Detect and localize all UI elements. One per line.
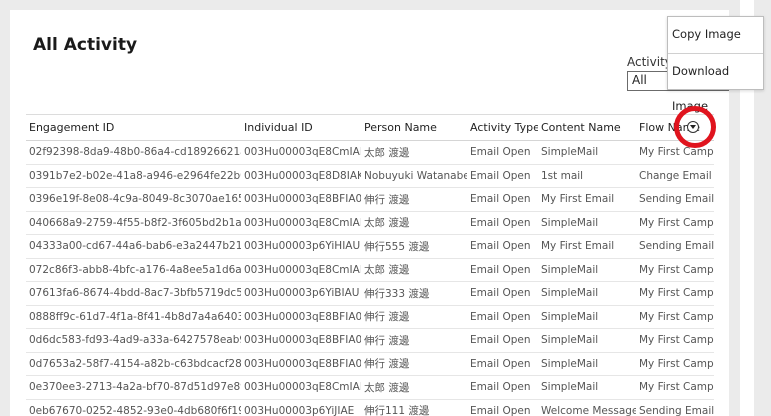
table-cell: SimpleMail: [538, 305, 636, 329]
table-cell: 02f92398-8da9-48b0-86a4-cd18926621ab: [26, 140, 241, 165]
table-row[interactable]: 0391b7e2-b02e-41a8-a946-e2964fe22b05 003H…: [26, 164, 714, 188]
context-menu: Copy Image Download Image: [667, 16, 764, 113]
table-cell: SimpleMail: [538, 258, 636, 282]
table-cell: 0d6dc583-fd93-4ad9-a33a-6427578eab9b: [26, 328, 241, 353]
table-row[interactable]: 0d7653a2-58f7-4154-a82b-c63bdcacf288 003H…: [26, 352, 714, 376]
column-header-3[interactable]: Activity Type: [467, 115, 538, 141]
table-cell: 003Hu00003qE8BFIA0: [241, 352, 361, 376]
table-row[interactable]: 040668a9-2759-4f55-b8f2-3f605bd2b1a9 003H…: [26, 211, 714, 235]
table-cell: Email Open: [467, 352, 538, 376]
table-cell: My First Campaign: [636, 258, 714, 282]
table-cell: 003Hu00003qE8BFIA0: [241, 305, 361, 329]
table-cell: 伸行 渡邊: [361, 352, 467, 376]
table-cell: 003Hu00003qE8CmIAK: [241, 375, 361, 400]
table-row[interactable]: 0396e19f-8e08-4c9a-8049-8c3070ae1652 003H…: [26, 187, 714, 212]
table-cell: SimpleMail: [538, 281, 636, 306]
copy-image-menu-item[interactable]: Copy Image: [668, 17, 763, 54]
column-header-0[interactable]: Engagement ID: [26, 115, 241, 141]
page-title: All Activity: [33, 35, 138, 55]
table-cell: 太郎 渡邊: [361, 140, 467, 165]
table-cell: SimpleMail: [538, 375, 636, 400]
table-row[interactable]: 0e370ee3-2713-4a2a-bf70-87d51d97e892 003H…: [26, 375, 714, 400]
table-cell: SimpleMail: [538, 352, 636, 376]
table-cell: 0888ff9c-61d7-4f1a-8f41-4b8d7a4a6403: [26, 305, 241, 329]
table-cell: SimpleMail: [538, 328, 636, 353]
table-cell: Nobuyuki Watanabe: [361, 164, 467, 188]
column-header-2[interactable]: Person Name: [361, 115, 467, 141]
table-cell: Welcome Message: [538, 399, 636, 416]
table-cell: 07613fa6-8674-4bdd-8ac7-3bfb5719dc5c: [26, 281, 241, 306]
table-cell: Email Open: [467, 164, 538, 188]
table-cell: Email Open: [467, 305, 538, 329]
table-cell: SimpleMail: [538, 140, 636, 165]
table-cell: 003Hu00003p6YiBIAU: [241, 281, 361, 306]
column-header-4[interactable]: Content Name: [538, 115, 636, 141]
table-cell: 1st mail: [538, 164, 636, 188]
table-cell: 0e370ee3-2713-4a2a-bf70-87d51d97e892: [26, 375, 241, 400]
table-row[interactable]: 0888ff9c-61d7-4f1a-8f41-4b8d7a4a6403 003H…: [26, 305, 714, 329]
table-row[interactable]: 0eb67670-0252-4852-93e0-4db680f6f193 003H…: [26, 399, 714, 416]
table-cell: My First Email: [538, 234, 636, 259]
table-cell: Email Open: [467, 140, 538, 165]
table-cell: 0eb67670-0252-4852-93e0-4db680f6f193: [26, 399, 241, 416]
table-cell: 003Hu00003qE8D8IAK: [241, 164, 361, 188]
table-cell: 003Hu00003qE8CmIAK: [241, 258, 361, 282]
table-cell: SimpleMail: [538, 211, 636, 235]
table-cell: My First Campaign: [636, 305, 714, 329]
table-cell: 太郎 渡邊: [361, 375, 467, 400]
table-cell: 伸行 渡邊: [361, 187, 467, 212]
table-cell: Email Open: [467, 187, 538, 212]
column-header-1[interactable]: Individual ID: [241, 115, 361, 141]
table-cell: My First Campaign: [636, 328, 714, 353]
report-panel: All Activity Activity All Engagement ID I…: [10, 10, 729, 416]
table-cell: 0396e19f-8e08-4c9a-8049-8c3070ae1652: [26, 187, 241, 212]
table-cell: 伸行 渡邊: [361, 305, 467, 329]
table-cell: 003Hu00003p6YiHIAU: [241, 234, 361, 259]
table-cell: 太郎 渡邊: [361, 258, 467, 282]
table-header-row: Engagement ID Individual ID Person Name Act…: [26, 115, 714, 141]
table-cell: My First Campaign: [636, 211, 714, 235]
table-cell: Sending Email: [636, 399, 714, 416]
table-cell: 伸行555 渡邊: [361, 234, 467, 259]
table-cell: My First Email: [538, 187, 636, 212]
table-cell: Sending Email: [636, 187, 714, 212]
table-cell: 040668a9-2759-4f55-b8f2-3f605bd2b1a9: [26, 211, 241, 235]
table-row[interactable]: 02f92398-8da9-48b0-86a4-cd18926621ab 003H…: [26, 140, 714, 165]
table-cell: Change Email: [636, 164, 714, 188]
table-cell: 04333a00-cd67-44a6-bab6-e3a2447b21e7: [26, 234, 241, 259]
table-cell: Email Open: [467, 399, 538, 416]
table-cell: Email Open: [467, 211, 538, 235]
table-cell: Email Open: [467, 234, 538, 259]
table-body: 02f92398-8da9-48b0-86a4-cd18926621ab 003H…: [26, 140, 714, 416]
table-cell: 伸行333 渡邊: [361, 281, 467, 306]
table-cell: 003Hu00003qE8BFIA0: [241, 187, 361, 212]
table-cell: Email Open: [467, 328, 538, 353]
table-cell: 伸行 渡邊: [361, 328, 467, 353]
table-cell: My First Campaign: [636, 375, 714, 400]
table-cell: Email Open: [467, 258, 538, 282]
table-row[interactable]: 0d6dc583-fd93-4ad9-a33a-6427578eab9b 003H…: [26, 328, 714, 353]
activity-table: Engagement ID Individual ID Person Name Act…: [26, 114, 714, 416]
table-cell: 003Hu00003qE8CmIAK: [241, 211, 361, 235]
table-row[interactable]: 04333a00-cd67-44a6-bab6-e3a2447b21e7 003H…: [26, 234, 714, 259]
table-cell: 072c86f3-abb8-4bfc-a176-4a8ee5a1d6a3: [26, 258, 241, 282]
sort-dropdown-icon[interactable]: [687, 121, 699, 133]
table-cell: 003Hu00003qE8BFIA0: [241, 328, 361, 353]
table-cell: Email Open: [467, 281, 538, 306]
table-cell: My First Campaign: [636, 352, 714, 376]
table-cell: 0391b7e2-b02e-41a8-a946-e2964fe22b05: [26, 164, 241, 188]
table-cell: 太郎 渡邊: [361, 211, 467, 235]
table-row[interactable]: 072c86f3-abb8-4bfc-a176-4a8ee5a1d6a3 003H…: [26, 258, 714, 282]
table-cell: My First Campaign: [636, 281, 714, 306]
table-cell: 伸行111 渡邊: [361, 399, 467, 416]
table-cell: 003Hu00003p6YiJIAE: [241, 399, 361, 416]
activity-filter-label: Activity: [627, 55, 672, 69]
table-cell: 0d7653a2-58f7-4154-a82b-c63bdcacf288: [26, 352, 241, 376]
table-cell: Sending Email: [636, 234, 714, 259]
table-cell: 003Hu00003qE8CmIAK: [241, 140, 361, 165]
table-row[interactable]: 07613fa6-8674-4bdd-8ac7-3bfb5719dc5c 003H…: [26, 281, 714, 306]
download-image-menu-item[interactable]: Download Image: [668, 54, 763, 113]
table-cell: Email Open: [467, 375, 538, 400]
